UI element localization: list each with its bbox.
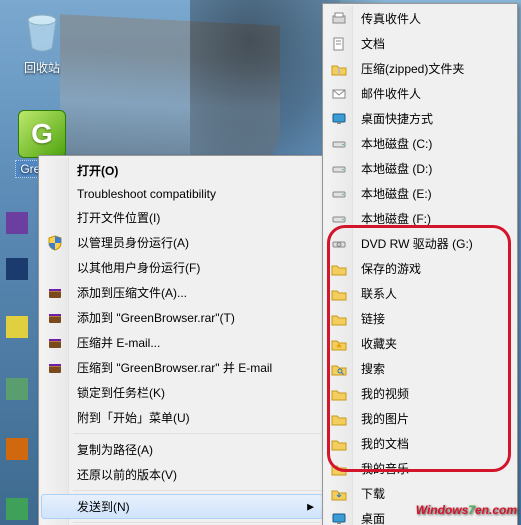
menu-pin-taskbar[interactable]: 锁定到任务栏(K) xyxy=(41,380,323,405)
disk-icon xyxy=(331,161,347,177)
sendto-submenu: 传真收件人 文档 压缩(zipped)文件夹 邮件收件人 桌面快捷方式 本地磁盘… xyxy=(322,3,518,525)
sendto-disk-d[interactable]: 本地磁盘 (D:) xyxy=(325,156,515,181)
menu-copy-path[interactable]: 复制为路径(A) xyxy=(41,437,323,462)
desktop-background: 回收站 G Green... 打开(O) Troubleshoot compat… xyxy=(0,0,521,525)
menu-run-other-user[interactable]: 以其他用户身份运行(F) xyxy=(41,255,323,280)
menu-separator xyxy=(73,433,321,434)
menu-open[interactable]: 打开(O) xyxy=(41,158,323,183)
menu-open-location[interactable]: 打开文件位置(I) xyxy=(41,205,323,230)
folder-documents-icon xyxy=(331,436,347,452)
context-menu: 打开(O) Troubleshoot compatibility 打开文件位置(… xyxy=(38,155,326,525)
disk-icon xyxy=(331,136,347,152)
desktop-icon xyxy=(331,511,347,525)
dvd-icon xyxy=(331,236,347,252)
folder-music-icon xyxy=(331,461,347,477)
shield-icon xyxy=(47,235,63,251)
folder-games-icon xyxy=(331,261,347,277)
watermark-suffix: en.com xyxy=(475,503,517,517)
sendto-disk-c[interactable]: 本地磁盘 (C:) xyxy=(325,131,515,156)
side-icon-folder[interactable] xyxy=(6,438,28,460)
menu-add-rar[interactable]: 添加到 "GreenBrowser.rar"(T) xyxy=(41,305,323,330)
sendto-fax[interactable]: 传真收件人 xyxy=(325,6,515,31)
side-icon-two[interactable] xyxy=(6,378,28,400)
sendto-videos[interactable]: 我的视频 xyxy=(325,381,515,406)
menu-send-to[interactable]: 发送到(N) ▶ xyxy=(41,494,323,519)
menu-separator xyxy=(73,522,321,523)
menu-compress-rar-email[interactable]: 压缩到 "GreenBrowser.rar" 并 E-mail xyxy=(41,355,323,380)
recycle-bin-icon xyxy=(18,8,66,56)
disk-icon xyxy=(331,186,347,202)
sendto-documents[interactable]: 文档 xyxy=(325,31,515,56)
menu-separator xyxy=(73,490,321,491)
watermark-brand: Windows xyxy=(416,503,469,517)
sendto-my-documents[interactable]: 我的文档 xyxy=(325,431,515,456)
folder-pictures-icon xyxy=(331,411,347,427)
greenbrowser-icon: G xyxy=(18,110,66,158)
menu-run-admin[interactable]: 以管理员身份运行(A) xyxy=(41,230,323,255)
rar-icon xyxy=(47,285,63,301)
sendto-music[interactable]: 我的音乐 xyxy=(325,456,515,481)
rar-icon xyxy=(47,335,63,351)
sendto-saved-games[interactable]: 保存的游戏 xyxy=(325,256,515,281)
mail-icon xyxy=(331,86,347,102)
folder-downloads-icon xyxy=(331,486,347,502)
menu-restore-previous[interactable]: 还原以前的版本(V) xyxy=(41,462,323,487)
desktop-shortcut-icon xyxy=(331,111,347,127)
rar-icon xyxy=(47,310,63,326)
sendto-links[interactable]: 链接 xyxy=(325,306,515,331)
sendto-contacts[interactable]: 联系人 xyxy=(325,281,515,306)
sendto-disk-e[interactable]: 本地磁盘 (E:) xyxy=(325,181,515,206)
sendto-search[interactable]: 搜索 xyxy=(325,356,515,381)
recycle-bin[interactable]: 回收站 xyxy=(6,8,78,77)
side-icon-empire[interactable] xyxy=(6,316,28,338)
sendto-mail[interactable]: 邮件收件人 xyxy=(325,81,515,106)
sendto-dvd-g[interactable]: DVD RW 驱动器 (G:) xyxy=(325,231,515,256)
menu-compress-email[interactable]: 压缩并 E-mail... xyxy=(41,330,323,355)
sendto-pictures[interactable]: 我的图片 xyxy=(325,406,515,431)
side-icon-dede[interactable] xyxy=(6,498,28,520)
sendto-desktop-shortcut[interactable]: 桌面快捷方式 xyxy=(325,106,515,131)
folder-links-icon xyxy=(331,311,347,327)
document-icon xyxy=(331,36,347,52)
menu-troubleshoot[interactable]: Troubleshoot compatibility xyxy=(41,183,323,205)
side-icon-vi[interactable] xyxy=(6,212,28,234)
sendto-zipped[interactable]: 压缩(zipped)文件夹 xyxy=(325,56,515,81)
disk-icon xyxy=(331,211,347,227)
recycle-bin-label: 回收站 xyxy=(20,58,64,77)
folder-search-icon xyxy=(331,361,347,377)
folder-videos-icon xyxy=(331,386,347,402)
sendto-favorites[interactable]: 收藏夹 xyxy=(325,331,515,356)
submenu-arrow-icon: ▶ xyxy=(307,501,314,512)
folder-favorites-icon xyxy=(331,336,347,352)
sendto-disk-f[interactable]: 本地磁盘 (F:) xyxy=(325,206,515,231)
watermark: Windows7en.com xyxy=(416,498,517,519)
rar-icon xyxy=(47,360,63,376)
watermark-version: 7 xyxy=(468,503,475,517)
folder-contacts-icon xyxy=(331,286,347,302)
side-icon-ps[interactable] xyxy=(6,258,28,280)
zip-folder-icon xyxy=(331,61,347,77)
fax-icon xyxy=(331,11,347,27)
menu-add-archive[interactable]: 添加到压缩文件(A)... xyxy=(41,280,323,305)
menu-pin-start[interactable]: 附到「开始」菜单(U) xyxy=(41,405,323,430)
